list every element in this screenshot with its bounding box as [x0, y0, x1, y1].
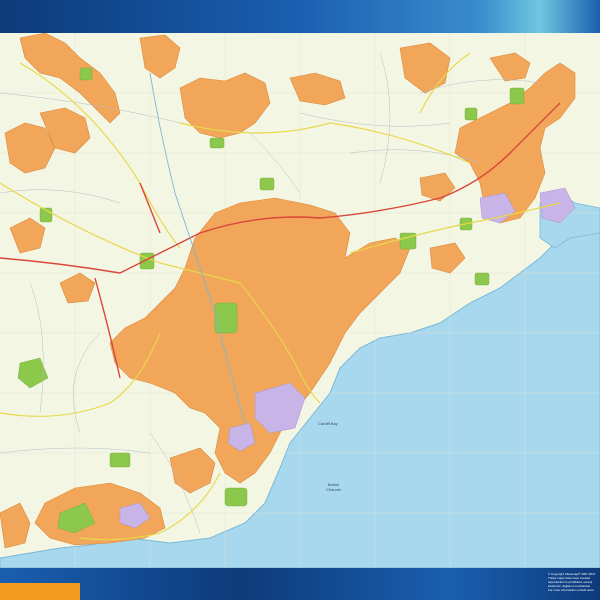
- park-5: [259, 177, 275, 191]
- map-poster: Bristol Channel Cardiff Bay © Copyright …: [0, 0, 600, 600]
- copyright-line: For more information consult www: [548, 588, 594, 592]
- sea-label: Bristol Channel: [326, 482, 341, 492]
- map-view[interactable]: Bristol Channel Cardiff Bay: [0, 33, 600, 568]
- sea-label-line2: Channel: [326, 487, 341, 492]
- orange-corner-tab: [0, 583, 80, 600]
- park-10: [79, 67, 93, 81]
- top-frame-band: [0, 0, 600, 33]
- copyright-notice: © Copyright Citiesmap® 1997-2017 These m…: [548, 572, 600, 592]
- park-8: [109, 452, 131, 468]
- bay-label: Cardiff Bay: [318, 421, 338, 426]
- city-map: [0, 33, 600, 568]
- park-15: [209, 137, 225, 149]
- park-14: [464, 107, 478, 121]
- park-11: [509, 87, 525, 105]
- park-12: [474, 272, 490, 286]
- bottom-frame-band: [0, 568, 600, 600]
- park-1: [214, 302, 238, 334]
- park-9: [224, 487, 248, 507]
